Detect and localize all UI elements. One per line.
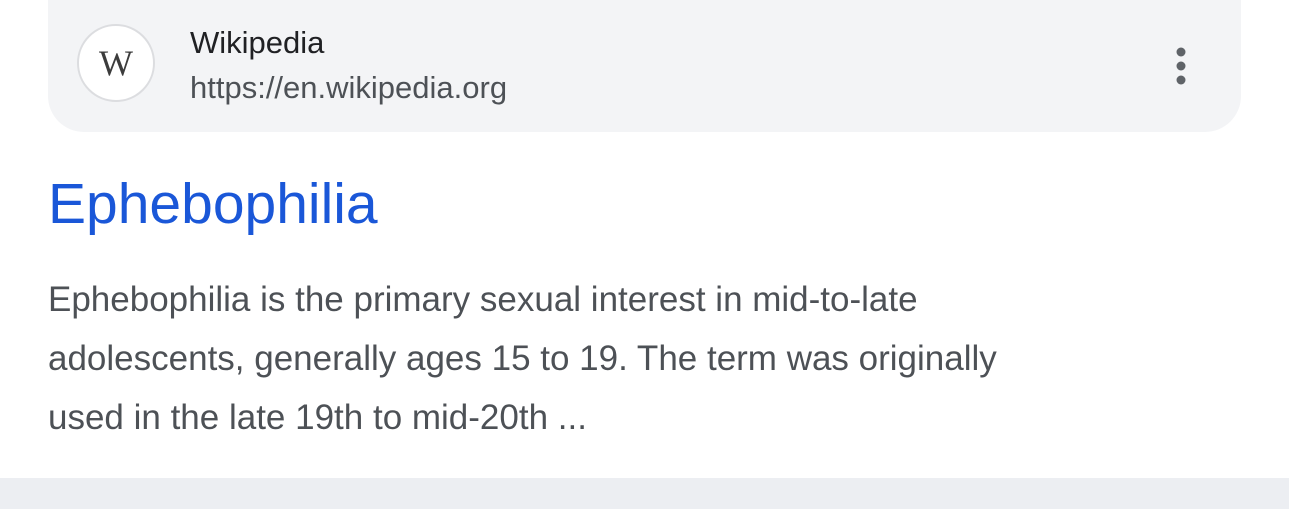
snippet-line: Ephebophilia is the primary sexual inter…	[48, 280, 918, 319]
result-snippet: Ephebophilia is the primary sexual inter…	[48, 270, 1248, 447]
site-name: Wikipedia	[190, 25, 325, 60]
site-url: https://en.wikipedia.org	[190, 70, 508, 105]
wikipedia-w-icon: W	[77, 24, 155, 102]
search-result-card: W Wikipedia https://en.wikipedia.org Eph…	[0, 0, 1289, 478]
snippet-line: adolescents, generally ages 15 to 19. Th…	[48, 339, 997, 378]
source-header[interactable]: W Wikipedia https://en.wikipedia.org	[48, 0, 1241, 132]
result-title-link[interactable]: Ephebophilia	[48, 168, 378, 240]
favicon-letter: W	[99, 43, 133, 83]
more-vertical-icon	[1176, 47, 1186, 85]
snippet-line: used in the late 19th to mid-20th ...	[48, 398, 587, 437]
more-options-button[interactable]	[1153, 38, 1209, 94]
section-divider	[0, 478, 1289, 509]
